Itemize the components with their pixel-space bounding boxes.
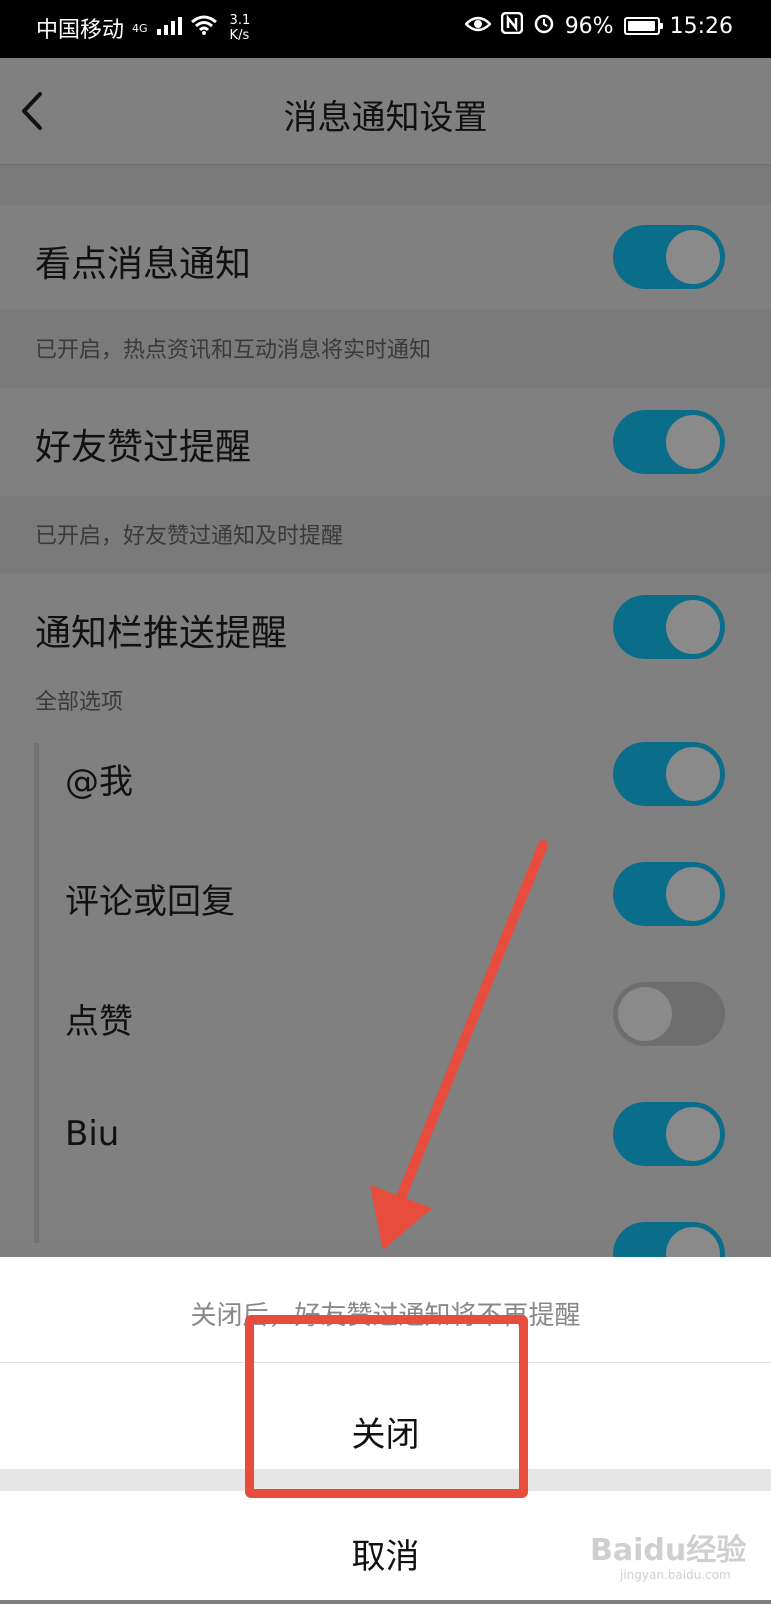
all-options-label: 全部选项 [35, 690, 124, 715]
network-speed: 3.1 K/s [229, 13, 251, 43]
friend-like-toggle[interactable] [613, 410, 725, 474]
status-left: 中国移动 4G 3.1 K/s [36, 12, 250, 44]
toggle-knob [666, 1107, 720, 1161]
setting-note: 已开启，好友赞过通知及时提醒 [35, 524, 344, 549]
wifi-icon [190, 14, 218, 42]
note-band: 已开启，好友赞过通知及时提醒 [0, 496, 771, 574]
kandian-toggle[interactable] [613, 225, 725, 289]
page-header: 消息通知设置 [0, 58, 771, 165]
status-right: 96% 15:26 [463, 11, 733, 40]
eye-icon [463, 14, 492, 39]
setting-label: 看点消息通知 [35, 244, 252, 285]
signal-icon [156, 15, 182, 41]
sub-options-indent-line [34, 743, 39, 1243]
comment-toggle[interactable] [613, 862, 725, 926]
toggle-knob [618, 987, 672, 1041]
battery-percent: 96% [564, 13, 614, 39]
page-title: 消息通知设置 [283, 98, 488, 138]
like-toggle[interactable] [613, 982, 725, 1046]
sub-item-label-mention: @我 [65, 762, 133, 802]
nfc-icon [500, 11, 523, 40]
toggle-knob [666, 415, 720, 469]
baidu-watermark-url: jingyan.baidu.com [620, 1568, 731, 1582]
setting-row-kandian: 看点消息通知 [0, 205, 771, 310]
sub-item-label-comment: 评论或回复 [65, 882, 235, 922]
biu-toggle[interactable] [613, 1102, 725, 1166]
alarm-icon [533, 12, 555, 40]
carrier-name: 中国移动 [36, 18, 125, 43]
toggle-knob [666, 867, 720, 921]
toggle-knob [666, 230, 720, 284]
battery-icon [623, 17, 663, 35]
baidu-watermark: Baidu经验 [590, 1533, 747, 1568]
mention-toggle[interactable] [613, 742, 725, 806]
setting-row-friend-like: 好友赞过提醒 [0, 388, 771, 496]
note-band: 已开启，热点资讯和互动消息将实时通知 [0, 310, 771, 388]
status-bar: 中国移动 4G 3.1 K/s 96% 15:26 [0, 0, 771, 58]
toggle-knob [666, 600, 720, 654]
section-gap [0, 165, 771, 205]
sub-item-label-biu: Biu [65, 1114, 120, 1154]
setting-label: 通知栏推送提醒 [35, 613, 288, 654]
clock: 15:26 [669, 13, 733, 39]
sub-item-label-like: 点赞 [65, 1002, 133, 1042]
toggle-knob [666, 747, 720, 801]
notify-bar-toggle[interactable] [613, 595, 725, 659]
setting-note: 已开启，热点资讯和互动消息将实时通知 [35, 338, 432, 363]
setting-label: 好友赞过提醒 [35, 427, 252, 468]
annotation-highlight-box [245, 1315, 528, 1498]
network-type: 4G [132, 21, 148, 35]
